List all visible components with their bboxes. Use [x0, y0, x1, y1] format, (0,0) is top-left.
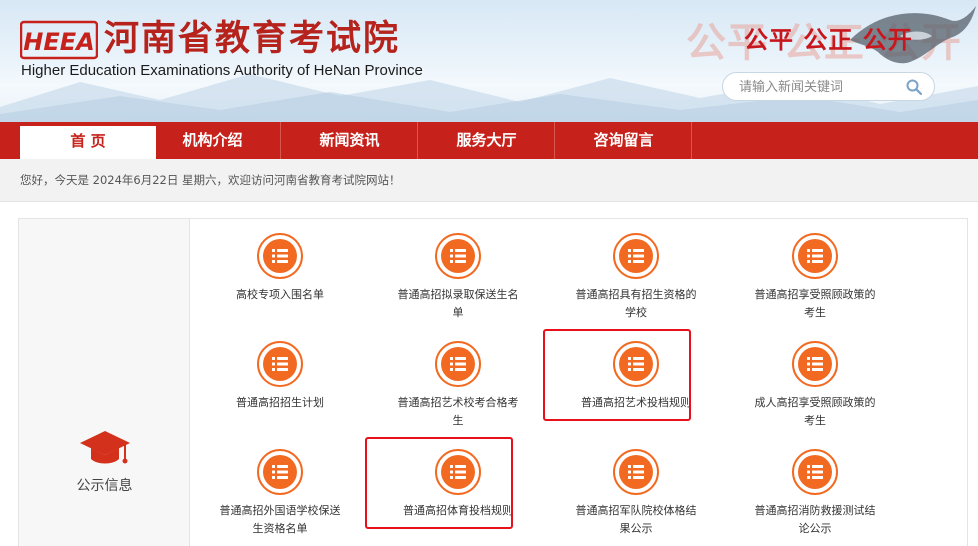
info-item[interactable]: 普通高招艺术投档规则 — [561, 341, 711, 447]
info-item[interactable]: 普通高招军队院校体格结果公示 — [561, 449, 711, 546]
greeting-bar: 您好，今天是 2024年6月22日 星期六，欢迎访问河南省教育考试院网站！ — [0, 159, 978, 202]
list-icon — [792, 449, 838, 495]
list-icon — [792, 233, 838, 279]
info-item[interactable]: 普通高招具有招生资格的学校 — [561, 233, 711, 339]
info-item-label: 普通高招拟录取保送生名单 — [397, 288, 519, 319]
list-icon — [792, 341, 838, 387]
list-icon — [613, 449, 659, 495]
info-item-label: 普通高招享受照顾政策的考生 — [754, 288, 876, 319]
info-item[interactable]: 普通高招享受照顾政策的考生 — [740, 233, 890, 339]
slogan-text: 公平 公正 公开 — [744, 26, 913, 54]
nav-news[interactable]: 新闻资讯 — [282, 122, 418, 159]
info-item[interactable]: 普通高招艺术校考合格考生 — [383, 341, 533, 447]
list-icon — [435, 449, 481, 495]
site-title: 河南省教育考试院 — [104, 19, 401, 59]
info-item-label: 高校专项入围名单 — [236, 288, 324, 301]
list-icon — [435, 233, 481, 279]
info-item-label: 普通高招体育投档规则 — [403, 504, 513, 517]
info-item[interactable]: 普通高招消防救援测试结论公示 — [740, 449, 890, 546]
info-item-label: 普通高招艺术校考合格考生 — [397, 396, 519, 427]
list-icon — [257, 233, 303, 279]
nav-consult[interactable]: 咨询留言 — [556, 122, 692, 159]
svg-text:HEEA: HEEA — [23, 28, 94, 56]
info-item-label: 普通高招消防救援测试结论公示 — [754, 504, 876, 535]
site-header: HEEA 河南省教育考试院 Higher Education Examinati… — [0, 0, 978, 122]
search-box — [722, 72, 935, 101]
info-item[interactable]: 高校专项入围名单 — [205, 233, 355, 339]
main-nav: 首 页 机构介绍 新闻资讯 服务大厅 咨询留言 — [0, 122, 978, 159]
graduation-cap-icon — [80, 431, 130, 464]
info-item-label: 普通高招艺术投档规则 — [581, 396, 691, 409]
nav-about[interactable]: 机构介绍 — [145, 122, 281, 159]
search-icon[interactable] — [905, 78, 923, 96]
search-input[interactable] — [739, 77, 899, 97]
info-item-label: 普通高招具有招生资格的学校 — [575, 288, 697, 319]
info-item[interactable]: 普通高招体育投档规则 — [383, 449, 533, 546]
nav-home[interactable]: 首 页 — [20, 126, 156, 159]
info-item-label: 普通高招招生计划 — [236, 396, 324, 409]
info-item[interactable]: 成人高招享受照顾政策的考生 — [740, 341, 890, 447]
info-item-label: 成人高招享受照顾政策的考生 — [754, 396, 876, 427]
nav-services[interactable]: 服务大厅 — [419, 122, 555, 159]
list-icon — [257, 341, 303, 387]
greeting-text: 您好，今天是 2024年6月22日 星期六，欢迎访问河南省教育考试院网站！ — [20, 173, 401, 187]
info-item-label: 普通高招军队院校体格结果公示 — [575, 504, 697, 535]
site-subtitle: Higher Education Examinations Authority … — [21, 62, 423, 79]
info-item[interactable]: 普通高招拟录取保送生名单 — [383, 233, 533, 339]
list-icon — [257, 449, 303, 495]
info-item[interactable]: 普通高招外国语学校保送生资格名单 — [205, 449, 355, 546]
sidebar-label: 公示信息 — [76, 478, 133, 494]
heea-logo[interactable]: HEEA — [20, 20, 98, 60]
info-item-label: 普通高招外国语学校保送生资格名单 — [219, 504, 341, 535]
list-icon — [435, 341, 481, 387]
list-icon — [613, 233, 659, 279]
sidebar: 公示信息 — [19, 219, 190, 546]
info-item[interactable]: 普通高招招生计划 — [205, 341, 355, 447]
list-icon — [613, 341, 659, 387]
